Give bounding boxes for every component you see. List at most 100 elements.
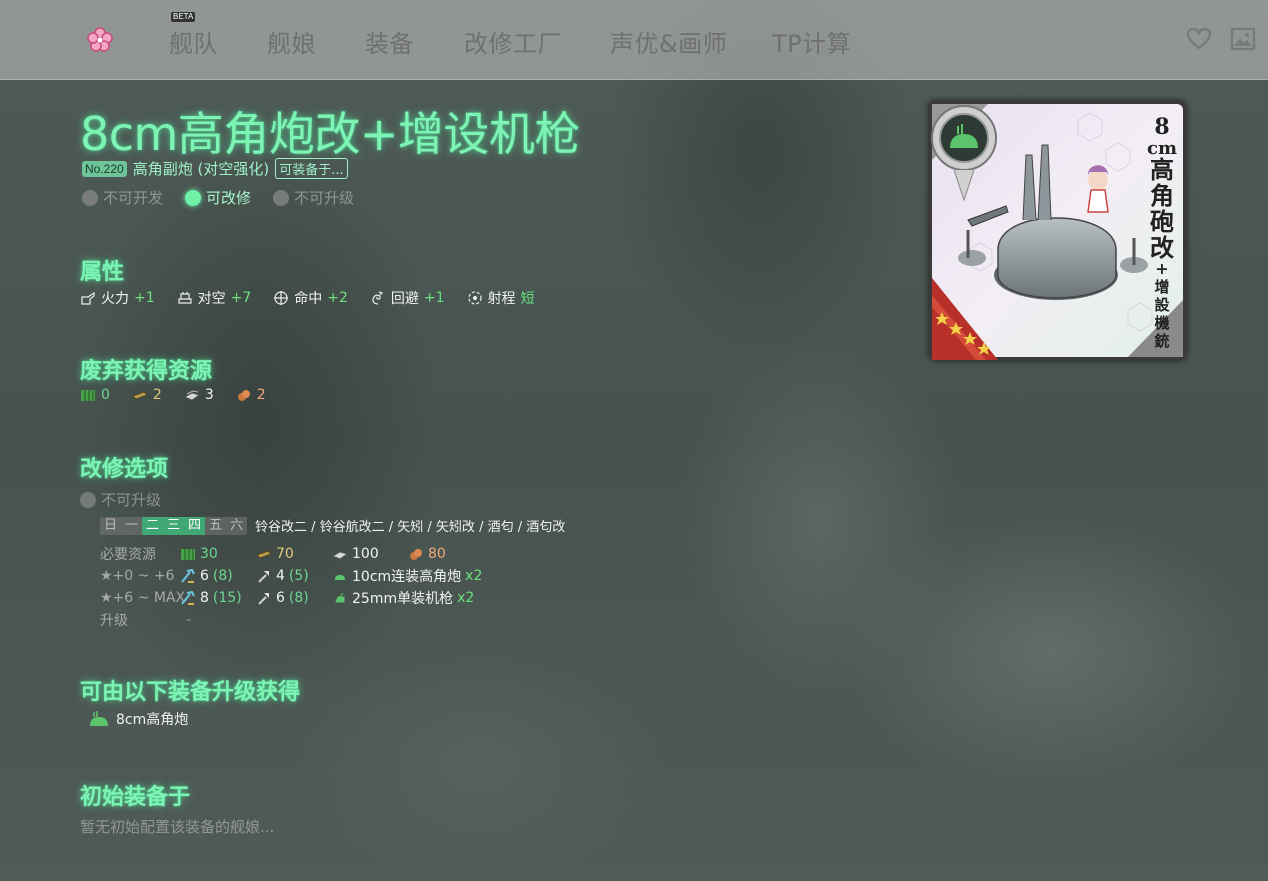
stat-antiair: 对空 +7 (177, 288, 252, 308)
equipment-type: 高角副炮 (对空强化) (132, 160, 270, 178)
card-text-8: 8 (1154, 114, 1169, 140)
stage2-consumed-item[interactable]: 25mm单装机枪 x2 (332, 588, 474, 608)
gallery-icon[interactable] (1230, 26, 1256, 52)
status-dot-icon (273, 189, 290, 206)
day-sun: 日 (100, 516, 121, 535)
status-upgrade-label: 不可升级 (294, 189, 355, 207)
ammo-icon (132, 391, 148, 400)
day-tue: 二 (142, 516, 163, 535)
stage1-dev-value: 6 (200, 568, 209, 584)
stage1-item-count: x2 (465, 568, 483, 584)
status-upgrade: 不可升级 (273, 187, 354, 208)
upgrade-label: 升级 (100, 613, 128, 629)
stat-label: 火力 (101, 291, 129, 307)
scrap-bauxite: 2 (236, 387, 266, 403)
status-develop-label: 不可开发 (103, 189, 164, 207)
scrap-fuel: 0 (80, 387, 110, 403)
stat-label: 射程 (487, 291, 516, 307)
improve-upgrade-status-label: 不可升级 (101, 491, 162, 509)
top-nav: BETA 舰队 舰娘 装备 改修工厂 声优&画师 TP计算 (0, 0, 1268, 80)
stat-firepower: 火力 +1 (80, 288, 155, 308)
upgrade-from-item-name: 8cm高角炮 (116, 712, 189, 728)
day-sat: 六 (226, 516, 247, 535)
bauxite-icon (410, 549, 422, 560)
status-improvable-label: 可改修 (206, 189, 252, 207)
range-icon (467, 291, 482, 305)
card-text-char: 高 (1150, 155, 1174, 184)
stage1-screw: 4 (5) (256, 568, 332, 584)
ammo-icon (256, 550, 272, 559)
card-text-small: 銃 (1154, 332, 1169, 350)
card-text-small: 增 (1154, 278, 1169, 296)
stage2-devmat: 8 (15) (180, 590, 256, 606)
fuel-icon (181, 549, 195, 560)
req-fuel-value: 30 (200, 546, 218, 562)
stat-value: +1 (423, 290, 445, 306)
status-develop: 不可开发 (82, 187, 163, 208)
stage2-item-name: 25mm单装机枪 (352, 591, 454, 607)
upgrade-from-item[interactable]: 8cm高角炮 (88, 709, 188, 729)
stat-value: +7 (230, 290, 252, 306)
scrap-ammo: 2 (132, 387, 162, 403)
req-ammo: 70 (256, 546, 332, 562)
upgrade-from-heading: 可由以下装备升级获得 (80, 680, 301, 705)
equipment-status: 不可开发 可改修 不可升级 (82, 187, 354, 208)
initial-empty: 暂无初始配置该装备的舰娘... (80, 816, 274, 837)
day-thu: 四 (184, 516, 205, 535)
steel-icon (183, 390, 200, 401)
initial-heading: 初始装备于 (80, 785, 191, 810)
req-stage2-row: ★+6 ~ MAX 8 (15) 6 (8) 25mm单装机枪 x2 (100, 588, 474, 608)
nav-tp-calc[interactable]: TP计算 (772, 24, 851, 59)
equipment-number-badge: No.220 (82, 160, 127, 177)
stage1-item-name: 10cm连装高角炮 (352, 569, 462, 585)
equippable-by-button[interactable]: 可装备于... (275, 158, 348, 179)
nav-voice-artists[interactable]: 声优&画师 (610, 24, 727, 59)
scrap-bauxite-value: 2 (256, 387, 266, 403)
high-angle-gun-icon (335, 575, 345, 580)
devmat-icon (181, 590, 195, 605)
nav-equipment[interactable]: 装备 (365, 24, 414, 59)
day-fri: 五 (205, 516, 226, 535)
status-dot-icon (185, 189, 202, 206)
card-text-plus: + (1155, 259, 1168, 278)
scrap-ammo-value: 2 (152, 387, 162, 403)
improve-ships: 铃谷改二 / 铃谷航改二 / 矢矧 / 矢矧改 / 酒匂 / 酒匂改 (255, 520, 566, 535)
card-text-char: 改 (1150, 233, 1174, 262)
stat-evasion: 回避 +1 (370, 288, 445, 308)
improve-upgrade-status: 不可升级 (80, 489, 161, 510)
req-stage1-row: ★+0 ~ +6 6 (8) 4 (5) 10cm连装高角炮 x2 (100, 566, 482, 586)
card-text-char: 角 (1150, 181, 1174, 210)
equipment-subtitle: No.220 高角副炮 (对空强化) 可装备于... (82, 158, 348, 179)
initial-empty-text: 暂无初始配置该装备的舰娘... (80, 818, 275, 836)
stat-value: 短 (520, 291, 535, 307)
evasion-icon (372, 291, 384, 305)
req-bauxite: 80 (408, 546, 446, 562)
fuel-icon (81, 390, 95, 401)
stat-range: 射程 短 (467, 288, 535, 308)
machine-gun-icon (335, 592, 345, 603)
scrap-steel: 3 (183, 387, 214, 403)
heart-icon[interactable] (1186, 26, 1212, 52)
stats-heading: 属性 (80, 260, 125, 285)
stage2-dev-value: 8 (200, 590, 209, 606)
req-fuel: 30 (180, 546, 256, 562)
screw-icon (258, 593, 269, 605)
scrap-steel-value: 3 (204, 387, 214, 403)
nav-ships[interactable]: 舰娘 (267, 24, 316, 59)
stat-label: 命中 (294, 291, 323, 307)
card-text-small: 機 (1154, 314, 1169, 332)
steel-icon (332, 551, 348, 560)
stage1-screw-value: 4 (276, 568, 285, 584)
sakura-logo-icon[interactable] (86, 26, 114, 54)
req-ammo-value: 70 (276, 546, 294, 562)
equipment-card-art: 8 cm 高 角 砲 改 + 增 設 機 銃 (928, 100, 1187, 361)
stage1-consumed-item[interactable]: 10cm连装高角炮 x2 (332, 566, 482, 586)
nav-fleet[interactable]: 舰队 (169, 24, 218, 59)
stat-accuracy: 命中 +2 (273, 288, 348, 308)
stat-value: +2 (327, 290, 348, 306)
stage2-item-count: x2 (457, 590, 475, 606)
stage1-screw-sure: (5) (288, 568, 309, 584)
req-upgrade-row: 升级 - (100, 610, 191, 630)
nav-improvement[interactable]: 改修工厂 (464, 24, 562, 59)
stat-value: +1 (134, 290, 155, 306)
